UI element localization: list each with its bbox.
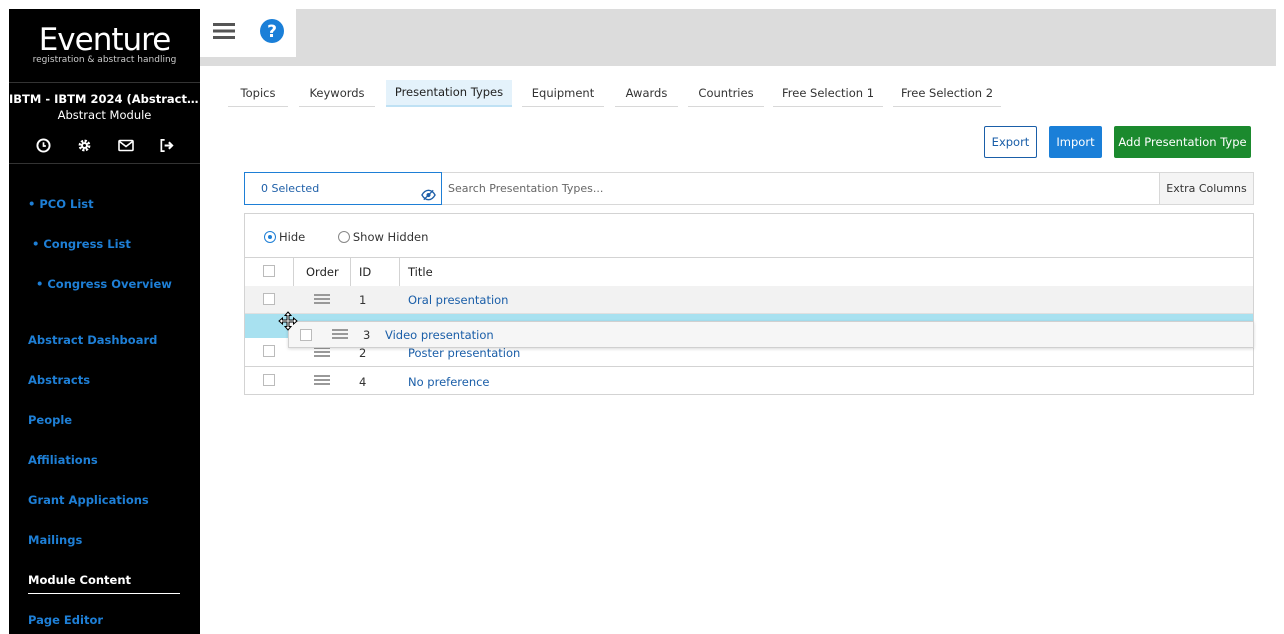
help-button[interactable]: ?	[248, 9, 296, 57]
tab-topics[interactable]: Topics	[228, 80, 288, 107]
row-title-link[interactable]: No preference	[408, 375, 490, 389]
nav-affiliations[interactable]: Affiliations	[28, 453, 98, 467]
row-id: 2	[359, 346, 367, 360]
sidebar-divider	[9, 163, 200, 164]
row-checkbox[interactable]	[263, 374, 275, 386]
event-name: IBTM - IBTM 2024 (Abstracts & Par...	[9, 92, 200, 106]
module-name: Abstract Module	[57, 108, 152, 122]
nav-abstracts[interactable]: Abstracts	[28, 373, 90, 387]
tab-free-selection-1[interactable]: Free Selection 1	[773, 80, 883, 107]
tab-free-selection-2[interactable]: Free Selection 2	[893, 80, 1001, 107]
clock-icon[interactable]	[35, 138, 51, 153]
mail-icon[interactable]	[117, 138, 134, 153]
nav-pco-list[interactable]: • PCO List	[28, 197, 94, 211]
logo-tagline: registration & abstract handling	[32, 55, 177, 65]
table-header: Order ID Title	[245, 257, 1253, 287]
import-button[interactable]: Import	[1049, 126, 1102, 158]
nav-congress-overview[interactable]: • Congress Overview	[36, 277, 172, 291]
visibility-options: Hide Show Hidden	[264, 230, 428, 244]
nav-people[interactable]: People	[28, 413, 72, 427]
tab-equipment[interactable]: Equipment	[522, 80, 604, 107]
nav-abstract-dashboard[interactable]: Abstract Dashboard	[28, 333, 157, 347]
row-id: 1	[359, 293, 367, 307]
menu-toggle-button[interactable]	[200, 9, 248, 57]
nav-congress-list[interactable]: • Congress List	[32, 237, 131, 251]
column-divider	[399, 258, 400, 286]
tab-keywords[interactable]: Keywords	[299, 80, 375, 107]
hide-label: Hide	[279, 230, 306, 244]
row-checkbox[interactable]	[300, 329, 312, 341]
tab-presentation-types[interactable]: Presentation Types	[386, 80, 512, 107]
eye-slash-icon[interactable]	[421, 182, 436, 213]
column-divider	[350, 258, 351, 286]
filter-bar: 0 Selected Search Presentation Types... …	[244, 172, 1254, 205]
sidebar-divider	[9, 82, 200, 83]
search-input[interactable]: Search Presentation Types...	[448, 173, 603, 204]
top-bar	[200, 9, 1276, 66]
nav-module-content[interactable]: Module Content	[28, 573, 131, 587]
row-title-link[interactable]: Poster presentation	[408, 346, 520, 360]
move-cursor-icon	[278, 311, 298, 331]
nav-mailings[interactable]: Mailings	[28, 533, 82, 547]
drag-handle-icon[interactable]	[314, 375, 330, 385]
nav-page-editor[interactable]: Page Editor	[28, 613, 103, 627]
logo-name: Eventure	[38, 22, 172, 58]
table-row[interactable]: 1 Oral presentation	[245, 286, 1253, 314]
svg-text:?: ?	[267, 22, 277, 42]
help-icon: ?	[259, 18, 285, 48]
selection-dropdown[interactable]: 0 Selected	[244, 172, 442, 205]
row-title-link[interactable]: Oral presentation	[408, 293, 508, 307]
add-presentation-type-button[interactable]: Add Presentation Type	[1114, 126, 1251, 158]
column-divider	[293, 258, 294, 286]
app-window: Eventure registration & abstract handlin…	[0, 0, 1284, 634]
extra-columns-button[interactable]: Extra Columns	[1159, 173, 1253, 204]
tab-countries[interactable]: Countries	[688, 80, 764, 107]
logo[interactable]: Eventure registration & abstract handlin…	[9, 22, 200, 66]
row-title-link[interactable]: Video presentation	[385, 328, 494, 342]
hide-option[interactable]: Hide	[264, 230, 305, 244]
tab-awards[interactable]: Awards	[615, 80, 678, 107]
hamburger-icon	[213, 22, 235, 44]
row-checkbox[interactable]	[263, 345, 275, 357]
show-hidden-radio[interactable]	[337, 231, 350, 243]
active-nav-underline	[28, 593, 180, 594]
show-hidden-label: Show Hidden	[352, 230, 429, 244]
drag-handle-icon[interactable]	[314, 347, 330, 357]
selected-count: 0 Selected	[261, 182, 320, 195]
export-button[interactable]: Export	[984, 126, 1037, 158]
logout-icon[interactable]	[159, 138, 174, 153]
dragged-row[interactable]: 3 Video presentation	[288, 321, 1254, 348]
row-id: 3	[363, 328, 371, 342]
sidebar: Eventure registration & abstract handlin…	[9, 9, 200, 634]
gear-icon[interactable]	[77, 138, 92, 153]
sidebar-icon-bar	[9, 138, 200, 153]
column-header-id[interactable]: ID	[359, 258, 371, 286]
hide-radio[interactable]	[264, 231, 276, 243]
column-header-order[interactable]: Order	[306, 258, 339, 286]
table-row[interactable]: 4 No preference	[245, 368, 1253, 394]
show-hidden-option[interactable]: Show Hidden	[337, 230, 429, 244]
drag-handle-icon[interactable]	[314, 294, 330, 304]
top-bar-buttons: ?	[200, 9, 296, 57]
row-checkbox[interactable]	[263, 293, 275, 305]
select-all-checkbox[interactable]	[263, 265, 275, 277]
drag-handle-icon[interactable]	[332, 329, 348, 339]
nav-grant-applications[interactable]: Grant Applications	[28, 493, 149, 507]
row-id: 4	[359, 375, 367, 389]
column-header-title[interactable]: Title	[408, 258, 433, 286]
